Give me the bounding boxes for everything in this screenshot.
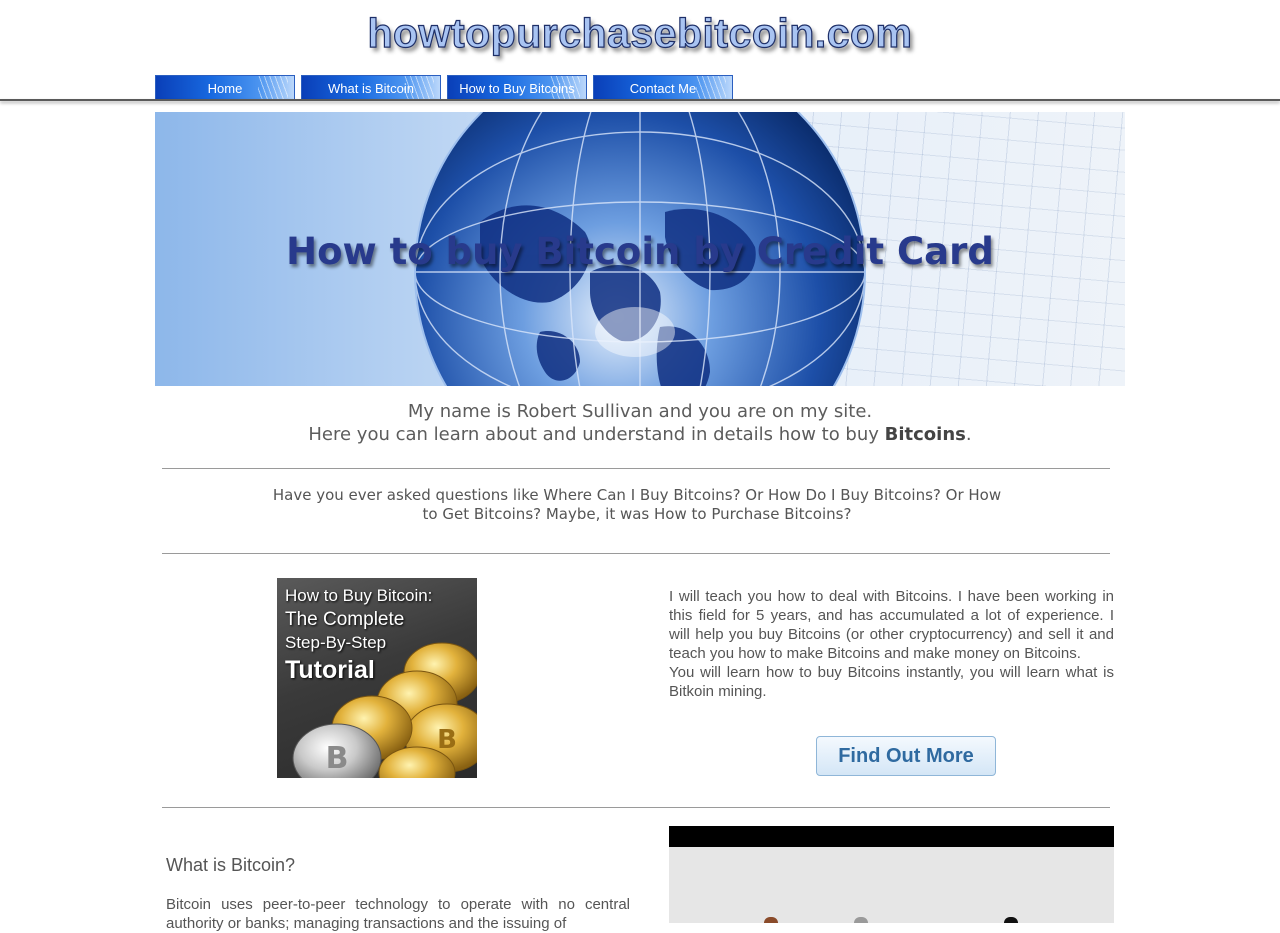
book-cover-image[interactable]: B B How to Buy Bitcoin: The Complete Ste… bbox=[277, 578, 477, 778]
questions-text: Have you ever asked questions like Where… bbox=[272, 486, 1002, 523]
banner-title: How to buy Bitcoin by Credit Card bbox=[286, 230, 994, 273]
video-frame-object bbox=[764, 917, 778, 923]
what-is-bitcoin-heading: What is Bitcoin? bbox=[166, 855, 296, 875]
what-is-bitcoin-body: Bitcoin uses peer-to-peer technology to … bbox=[166, 896, 630, 932]
divider bbox=[162, 468, 1110, 469]
nav-decoration bbox=[258, 76, 288, 99]
nav-item-label: Home bbox=[207, 81, 243, 96]
nav-item-label: Contact Me bbox=[629, 81, 697, 96]
nav-item-label: What is Bitcoin bbox=[328, 81, 414, 96]
video-frame-object bbox=[1004, 917, 1018, 923]
book-title-line-4: Tutorial bbox=[285, 656, 375, 684]
nav-item-home[interactable]: Home bbox=[155, 75, 295, 100]
teach-paragraph-1: I will teach you how to deal with Bitcoi… bbox=[669, 588, 1114, 662]
nav-item-contact[interactable]: Contact Me bbox=[593, 75, 733, 100]
intro-bitcoins-bold: Bitcoins bbox=[884, 424, 966, 445]
intro-line-2: Here you can learn about and understand … bbox=[155, 423, 1125, 446]
book-title-line-3: Step-By-Step bbox=[285, 633, 387, 652]
book-title-line-2: The Complete bbox=[285, 609, 405, 630]
site-title[interactable]: howtopurchasebitcoin.com bbox=[0, 9, 1280, 57]
intro-text: My name is Robert Sullivan and you are o… bbox=[155, 400, 1125, 446]
hero-banner: How to buy Bitcoin by Credit Card bbox=[155, 112, 1125, 386]
divider bbox=[162, 807, 1110, 808]
divider bbox=[162, 553, 1110, 554]
intro-line-2-text: Here you can learn about and understand … bbox=[308, 424, 885, 445]
teach-paragraph-2: You will learn how to buy Bitcoins insta… bbox=[669, 664, 1114, 700]
nav-item-what-is-bitcoin[interactable]: What is Bitcoin bbox=[301, 75, 441, 100]
video-top-bar bbox=[669, 826, 1114, 847]
book-title-line-1: How to Buy Bitcoin: bbox=[285, 586, 433, 605]
svg-text:B: B bbox=[326, 741, 349, 776]
nav-item-how-to-buy[interactable]: How to Buy Bitcoins bbox=[447, 75, 587, 100]
find-out-more-button[interactable]: Find Out More bbox=[816, 736, 996, 776]
intro-line-2-end: . bbox=[965, 424, 972, 445]
svg-text:B: B bbox=[437, 725, 457, 755]
nav-item-label: How to Buy Bitcoins bbox=[459, 81, 575, 96]
video-player[interactable] bbox=[669, 826, 1114, 923]
video-frame-object bbox=[854, 917, 868, 923]
teach-text: I will teach you how to deal with Bitcoi… bbox=[669, 587, 1114, 701]
header-divider bbox=[0, 99, 1280, 101]
intro-line-1: My name is Robert Sullivan and you are o… bbox=[407, 401, 873, 422]
nav-decoration bbox=[696, 76, 726, 99]
